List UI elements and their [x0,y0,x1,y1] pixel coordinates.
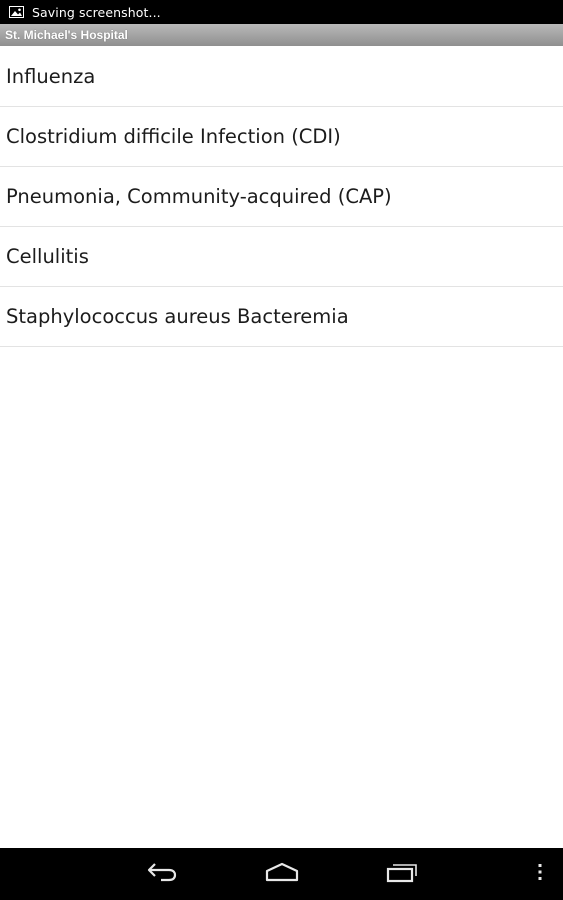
back-button[interactable] [138,858,186,890]
home-button[interactable] [258,858,306,890]
list-item-label: Pneumonia, Community-acquired (CAP) [6,185,392,208]
overflow-menu-icon [537,862,543,887]
list-item-cellulitis[interactable]: Cellulitis [0,227,563,287]
list-item-cdi[interactable]: Clostridium difficile Infection (CDI) [0,107,563,167]
list-item-cap[interactable]: Pneumonia, Community-acquired (CAP) [0,167,563,227]
list-item-influenza[interactable]: Influenza [0,46,563,107]
list-item-sab[interactable]: Staphylococcus aureus Bacteremia [0,287,563,347]
image-icon [9,6,24,18]
topic-list: Influenza Clostridium difficile Infectio… [0,46,563,347]
recent-apps-icon [385,861,419,888]
overflow-menu-button[interactable] [528,858,552,890]
list-item-label: Clostridium difficile Infection (CDI) [6,125,341,148]
status-notification-text: Saving screenshot... [32,4,161,20]
navigation-bar [0,848,563,900]
app-title-bar: St. Michael's Hospital [0,24,563,46]
app-title: St. Michael's Hospital [5,28,128,42]
back-icon [145,861,179,888]
list-item-label: Staphylococcus aureus Bacteremia [6,305,349,328]
status-bar: Saving screenshot... [0,0,563,24]
recent-apps-button[interactable] [378,858,426,890]
list-item-label: Influenza [6,64,96,88]
home-icon [264,861,300,888]
list-item-label: Cellulitis [6,245,89,268]
